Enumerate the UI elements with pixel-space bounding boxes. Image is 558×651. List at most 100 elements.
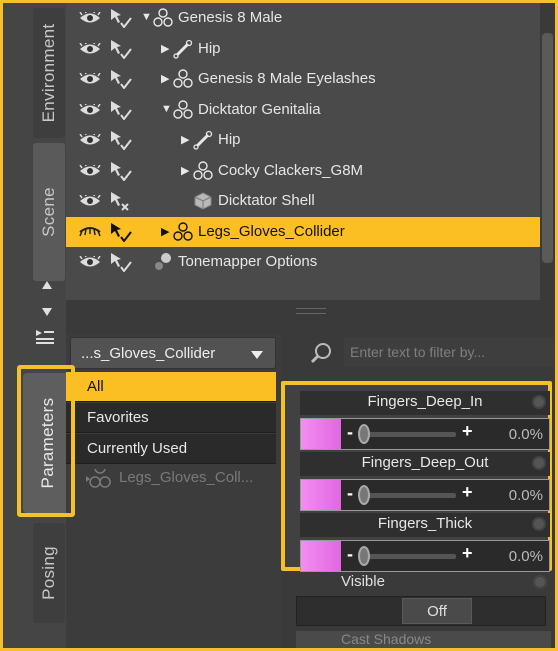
- morph-value[interactable]: 0.0%: [509, 487, 543, 504]
- selectable-arrow-icon[interactable]: [109, 39, 133, 60]
- selectable-arrow-icon[interactable]: [109, 222, 133, 243]
- slider-track[interactable]: [361, 432, 456, 437]
- morph-slider-control[interactable]: - +0.0%: [300, 479, 550, 511]
- tab-environment[interactable]: Environment: [33, 8, 65, 138]
- scene-tree-row[interactable]: Dicktator Shell: [66, 186, 540, 216]
- category-label: Currently Used: [87, 440, 188, 457]
- tab-environment-label: Environment: [39, 23, 58, 123]
- scene-scrollbar[interactable]: [540, 3, 555, 300]
- expand-right-icon[interactable]: ▶: [181, 164, 189, 177]
- morph-slider-control[interactable]: - +0.0%: [300, 418, 550, 450]
- visibility-eye-icon[interactable]: [79, 192, 101, 206]
- figure-icon: [173, 69, 193, 89]
- visibility-eye-icon[interactable]: [79, 162, 101, 176]
- node-selector-dropdown[interactable]: ...s_Gloves_Collider: [70, 337, 276, 369]
- scene-tree-label: Legs_Gloves_Collider: [198, 222, 345, 240]
- slider-knob[interactable]: [358, 485, 370, 505]
- filter-bar: [294, 334, 558, 370]
- morph-name: Fingers_Deep_In: [300, 391, 550, 415]
- slider-track[interactable]: [361, 554, 456, 559]
- pane-options-icon[interactable]: [34, 328, 58, 348]
- scene-tree-row[interactable]: ▶ Cocky Clackers_G8M: [66, 156, 540, 186]
- selectable-arrow-icon[interactable]: [109, 161, 133, 182]
- expand-right-icon[interactable]: ▶: [161, 72, 169, 85]
- scene-tree-row[interactable]: ▼ Genesis 8 Male: [66, 3, 540, 33]
- slider-knob[interactable]: [358, 546, 370, 566]
- expand-right-icon[interactable]: ▶: [161, 225, 169, 238]
- morph-sliders-group: Fingers_Deep_In - +0.0% Fingers_Deep_Out - +0…: [281, 381, 552, 572]
- selectable-arrow-icon[interactable]: [109, 100, 133, 121]
- scene-tree-row[interactable]: ▶ Legs_Gloves_Collider: [66, 216, 540, 247]
- visibility-eye-icon[interactable]: [79, 70, 101, 84]
- category-currently-used[interactable]: Currently Used: [66, 434, 276, 464]
- visible-label: Visible: [341, 573, 385, 590]
- bone-icon: [173, 39, 193, 59]
- scene-tree-label: Cocky Clackers_G8M: [218, 161, 364, 179]
- expand-down-icon[interactable]: ▼: [161, 103, 172, 115]
- slider-track[interactable]: [361, 493, 456, 498]
- visibility-eye-icon[interactable]: [79, 40, 101, 54]
- category-favorites[interactable]: Favorites: [66, 403, 276, 433]
- scene-panel: ▼ Genesis 8 Male ▶ Hip ▶ Genesis 8 Male Eyela…: [66, 3, 555, 300]
- tab-scene-label: Scene: [39, 187, 58, 237]
- filter-input[interactable]: [344, 337, 558, 367]
- slider-knob[interactable]: [358, 424, 370, 444]
- tab-scene[interactable]: Scene: [33, 143, 65, 281]
- tonemapper-icon: [153, 252, 173, 272]
- increment-button[interactable]: +: [462, 421, 473, 442]
- tab-scroll-up-icon[interactable]: [42, 281, 52, 289]
- selectable-arrow-icon[interactable]: [109, 8, 133, 29]
- decrement-button[interactable]: -: [347, 483, 353, 504]
- increment-button[interactable]: +: [462, 543, 473, 564]
- selectable-arrow-icon[interactable]: [109, 191, 133, 211]
- node-tree-item[interactable]: Legs_Gloves_Coll...: [76, 469, 276, 495]
- expand-right-icon[interactable]: ▶: [161, 42, 169, 55]
- gear-icon[interactable]: [532, 517, 546, 531]
- morph-slider-control[interactable]: - +0.0%: [300, 540, 550, 572]
- slider-fill: [301, 541, 341, 571]
- category-all[interactable]: All: [66, 372, 276, 402]
- splitter-grip-icon[interactable]: [296, 308, 326, 314]
- cast-shadows-property: Cast Shadows: [296, 631, 551, 649]
- visible-off-button[interactable]: Off: [402, 598, 472, 624]
- decrement-button[interactable]: -: [347, 422, 353, 443]
- visibility-eye-icon[interactable]: [79, 131, 101, 145]
- scrollbar-thumb[interactable]: [542, 33, 553, 263]
- pane-splitter[interactable]: [66, 300, 555, 334]
- expand-down-icon[interactable]: ▼: [141, 11, 152, 23]
- visible-toggle[interactable]: Off: [296, 596, 546, 626]
- selectable-arrow-icon[interactable]: [109, 252, 133, 273]
- decrement-button[interactable]: -: [347, 544, 353, 565]
- visibility-eye-icon[interactable]: [79, 101, 101, 115]
- morph-slider: Fingers_Deep_Out - +0.0%: [300, 452, 550, 512]
- search-icon[interactable]: [308, 340, 334, 366]
- selectable-arrow-icon[interactable]: [109, 130, 133, 151]
- morph-name: Fingers_Deep_Out: [300, 452, 550, 476]
- properties-panel: Fingers_Deep_In - +0.0% Fingers_Deep_Out - +0…: [281, 334, 558, 649]
- gear-icon[interactable]: [532, 456, 546, 470]
- expand-right-icon[interactable]: ▶: [181, 133, 189, 146]
- scene-tree-row[interactable]: ▶ Hip: [66, 125, 540, 155]
- tab-scroll-down-icon[interactable]: [42, 308, 52, 316]
- scene-tree-label: Genesis 8 Male Eyelashes: [198, 70, 376, 87]
- scene-tree-row[interactable]: ▶ Hip: [66, 34, 540, 64]
- visibility-eye-icon[interactable]: [79, 9, 101, 23]
- tab-posing[interactable]: Posing: [33, 523, 65, 623]
- slider-fill: [301, 419, 341, 449]
- figure-icon: [153, 8, 173, 28]
- category-label: All: [87, 378, 104, 395]
- morph-value[interactable]: 0.0%: [509, 426, 543, 443]
- scene-tree-row[interactable]: ▶ Genesis 8 Male Eyelashes: [66, 64, 540, 94]
- scene-tree-row[interactable]: ▼ Dicktator Genitalia: [66, 95, 540, 125]
- selectable-arrow-icon[interactable]: [109, 69, 133, 90]
- gear-icon[interactable]: [533, 575, 547, 589]
- morph-value[interactable]: 0.0%: [509, 548, 543, 565]
- node-selector-label: ...s_Gloves_Collider: [81, 345, 216, 362]
- scene-tree-label: Dicktator Shell: [218, 192, 315, 209]
- increment-button[interactable]: +: [462, 482, 473, 503]
- visibility-eye-icon[interactable]: [79, 253, 101, 267]
- gear-icon[interactable]: [532, 395, 546, 409]
- scene-tree-row[interactable]: Tonemapper Options: [66, 247, 540, 277]
- visibility-eye-icon[interactable]: [79, 225, 101, 237]
- category-label: Favorites: [87, 409, 149, 426]
